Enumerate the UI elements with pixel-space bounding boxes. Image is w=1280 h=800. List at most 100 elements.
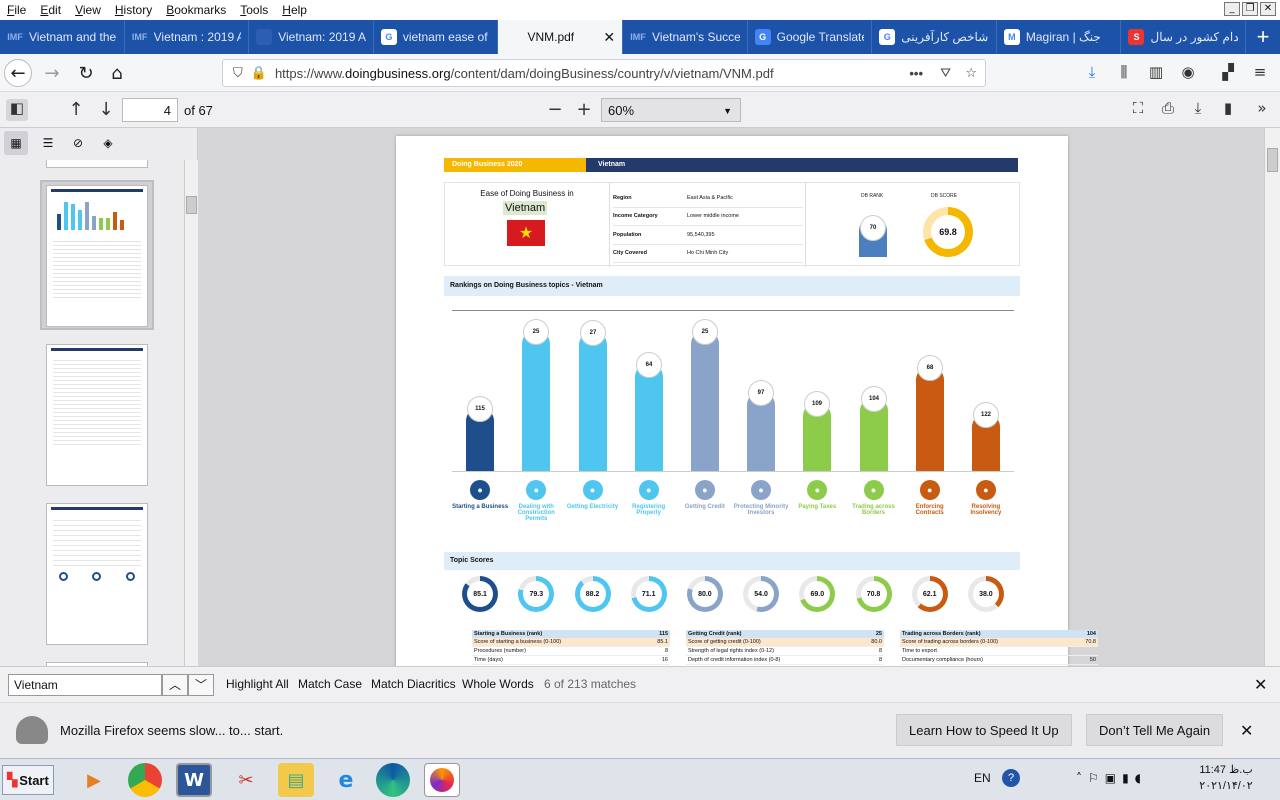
topic-score-donut: 38.0 <box>967 576 1004 612</box>
menu-tools[interactable]: Tools <box>233 3 275 17</box>
attachments-view-icon[interactable]: ⊘ <box>66 131 90 155</box>
close-find-bar-icon[interactable]: ✕ <box>1254 674 1267 696</box>
bookmark-icon[interactable]: ▮ <box>1218 99 1238 119</box>
menu-view[interactable]: View <box>68 3 108 17</box>
layers-view-icon[interactable]: ◈ <box>96 131 120 155</box>
topic-table-label: Score of getting credit (0-100) <box>688 639 761 645</box>
sidebar-icon[interactable]: ▥ <box>1146 63 1166 83</box>
close-window-button[interactable]: ✕ <box>1260 2 1276 16</box>
match-diacritics-toggle[interactable]: Match Diacritics <box>371 674 456 696</box>
zoom-select[interactable]: 60% ▼ <box>601 98 741 122</box>
outline-view-icon[interactable]: ☰ <box>36 131 60 155</box>
whole-words-toggle[interactable]: Whole Words <box>462 674 534 696</box>
topic-table-row: Time to export <box>900 647 1098 656</box>
bar-2 <box>579 331 607 471</box>
ease-label: Ease of Doing Business in <box>480 189 574 198</box>
page-number-input[interactable]: 4 <box>122 98 178 122</box>
notification-bar: Mozilla Firefox seems slow... to... star… <box>0 702 1280 758</box>
info-value: Ho Chi Minh City <box>687 250 729 257</box>
topic-label: Getting Electricity <box>566 504 619 510</box>
pocket-icon[interactable]: ⛛ <box>940 66 951 81</box>
page-thumbnail-4[interactable] <box>46 185 148 327</box>
pdf-toolbar: ◧ ↑ ↓ 4 of 67 − + 60% ▼ ⛶ ⎙ ⤓ ▮ » <box>0 92 1280 128</box>
tab-8[interactable]: M Magiran | جنگ <box>997 20 1122 54</box>
extensions-icon[interactable]: ▞ <box>1218 63 1238 83</box>
page-thumbnail-5[interactable] <box>46 344 148 486</box>
zoom-out-icon[interactable]: − <box>545 99 565 120</box>
tab-0[interactable]: IMF Vietnam and the World <box>0 20 125 54</box>
snipping-tool-icon[interactable]: ✂ <box>228 763 264 797</box>
chrome-icon[interactable] <box>128 763 162 797</box>
learn-speed-button[interactable]: Learn How to Speed It Up <box>896 714 1072 746</box>
help-icon[interactable]: ? <box>1002 769 1020 787</box>
menu-help[interactable]: Help <box>275 3 314 17</box>
tools-menu-icon[interactable]: » <box>1252 99 1272 119</box>
download-icon[interactable]: ⤓ <box>1082 63 1102 83</box>
topic-table-rank: 104 <box>1086 631 1096 637</box>
presentation-mode-icon[interactable]: ⛶ <box>1128 99 1148 119</box>
tray-icons[interactable]: ˄⚐▣▮◖ <box>1076 771 1147 785</box>
tab-4[interactable]: VNM.pdf ✕ <box>498 20 624 54</box>
language-indicator[interactable]: EN <box>974 771 991 785</box>
page-actions-icon[interactable]: ••• <box>909 66 923 81</box>
menu-file[interactable]: File <box>0 3 33 17</box>
firefox-icon[interactable] <box>424 763 460 797</box>
tab-6[interactable]: G Google Translate <box>748 20 873 54</box>
forward-button[interactable]: → <box>38 59 66 87</box>
tab-9[interactable]: S کدام کشور در سال <box>1121 20 1247 54</box>
library-icon[interactable]: ⫼ <box>1114 63 1134 83</box>
page-thumbnail-3[interactable] <box>46 160 148 168</box>
tab-1[interactable]: IMF Vietnam : 2019 Article <box>125 20 250 54</box>
close-notification-icon[interactable]: ✕ <box>1240 721 1253 741</box>
internet-explorer-icon[interactable]: e <box>328 763 364 797</box>
reload-button[interactable]: ↻ <box>72 59 100 87</box>
account-icon[interactable]: ◉ <box>1178 63 1198 83</box>
tab-7[interactable]: G شاخص کارآفرینی <box>872 20 997 54</box>
match-case-toggle[interactable]: Match Case <box>298 674 362 696</box>
doc-header-left: Doing Business 2020 <box>444 158 586 172</box>
thumbnails-view-icon[interactable]: ▦ <box>4 131 28 155</box>
url-bar[interactable]: ⛉ 🔒 https://www.doingbusiness.org/conten… <box>222 59 986 87</box>
edge-icon[interactable] <box>376 763 410 797</box>
page-thumbnail-6[interactable] <box>46 503 148 645</box>
start-button[interactable]: ▚ Start <box>2 765 54 795</box>
topic-table-value: 80.0 <box>871 639 882 645</box>
previous-page-icon[interactable]: ↑ <box>66 99 86 120</box>
highlight-all-toggle[interactable]: Highlight All <box>226 674 289 696</box>
zoom-in-icon[interactable]: + <box>574 99 594 120</box>
find-input[interactable]: Vietnam <box>8 674 162 696</box>
tab-2[interactable]: Vietnam: 2019 Article <box>249 20 374 54</box>
topic-score-donut: 88.2 <box>574 576 611 612</box>
back-button[interactable]: ← <box>4 59 32 87</box>
close-tab-icon[interactable]: ✕ <box>603 29 615 46</box>
tab-5[interactable]: IMF Vietnam's Success <box>623 20 748 54</box>
next-page-icon[interactable]: ↓ <box>96 99 116 120</box>
info-value: Lower middle income <box>687 213 739 220</box>
minimize-button[interactable]: _ <box>1224 2 1240 16</box>
topic-score-value: 71.1 <box>635 581 662 607</box>
hamburger-menu-icon[interactable]: ≡ <box>1250 63 1270 83</box>
bar-value-label: 68 <box>917 355 943 381</box>
tab-3[interactable]: Gvietnam ease of doing <box>374 20 499 54</box>
bookmark-star-icon[interactable]: ☆ <box>965 66 977 81</box>
find-next-button[interactable]: ﹀ <box>188 674 214 696</box>
menu-edit[interactable]: Edit <box>33 3 68 17</box>
menu-history[interactable]: History <box>108 3 159 17</box>
info-row: Population 95,540,395 <box>613 226 803 245</box>
save-icon[interactable]: ⤓ <box>1188 99 1208 119</box>
print-icon[interactable]: ⎙ <box>1158 99 1178 119</box>
new-tab-button[interactable]: + <box>1246 20 1280 54</box>
find-previous-button[interactable]: ︿ <box>162 674 188 696</box>
toggle-sidebar-icon[interactable]: ◧ <box>6 99 28 121</box>
dont-tell-again-button[interactable]: Don’t Tell Me Again <box>1086 714 1224 746</box>
sidebar-scrollbar[interactable] <box>184 160 198 666</box>
viewer-scrollbar[interactable] <box>1264 128 1280 666</box>
topic-table-value: 50 <box>1089 657 1096 663</box>
maximize-button[interactable]: ❐ <box>1242 2 1258 16</box>
media-player-icon[interactable]: ▶ <box>76 763 112 797</box>
menu-bookmarks[interactable]: Bookmarks <box>159 3 233 17</box>
info-value: East Asia & Pacific <box>687 194 733 201</box>
file-explorer-icon[interactable]: ▤ <box>278 763 314 797</box>
home-button[interactable]: ⌂ <box>103 59 131 87</box>
word-icon[interactable]: W <box>176 763 212 797</box>
